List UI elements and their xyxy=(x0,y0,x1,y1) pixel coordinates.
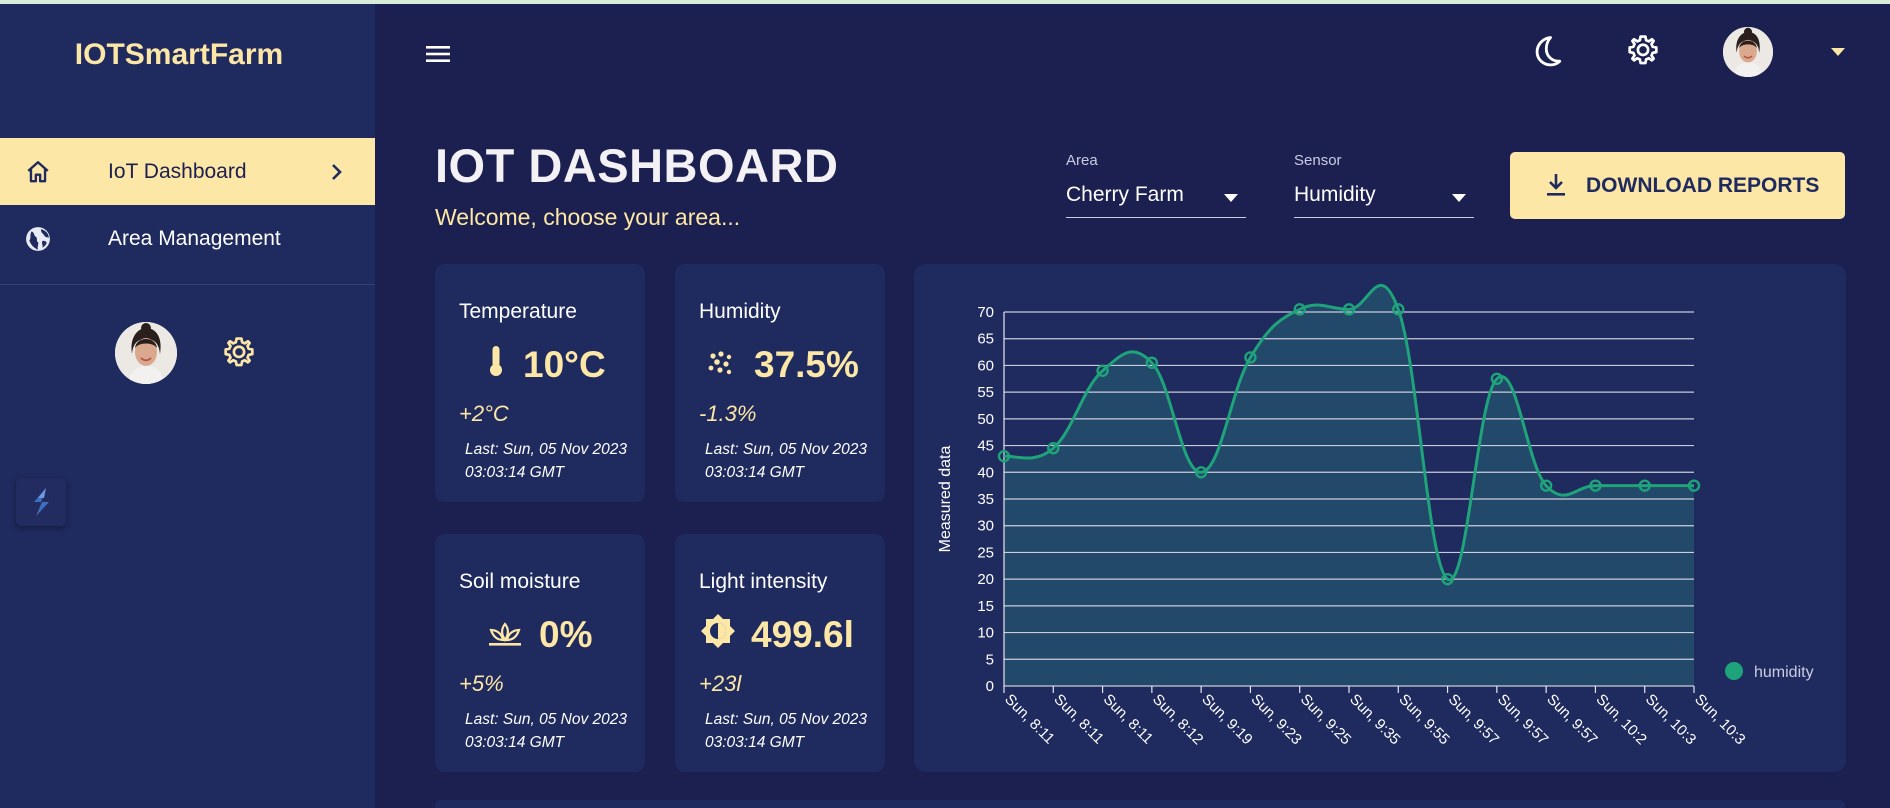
y-tick-label: 45 xyxy=(977,438,994,455)
download-reports-label: DOWNLOAD REPORTS xyxy=(1586,174,1820,197)
x-tick-label: Sun, 9:19 xyxy=(1198,691,1255,748)
legend-swatch xyxy=(1725,662,1743,680)
download-icon xyxy=(1547,174,1565,196)
download-reports-button[interactable]: DOWNLOAD REPORTS xyxy=(1510,152,1845,219)
floating-app-logo-button[interactable] xyxy=(16,478,66,526)
home-icon xyxy=(27,161,49,183)
y-tick-label: 25 xyxy=(977,544,994,561)
x-tick-label: Sun, 10:3 xyxy=(1691,691,1748,748)
legend-label: humidity xyxy=(1754,664,1814,681)
y-tick-label: 5 xyxy=(986,651,994,668)
area-select-value[interactable]: Cherry Farm xyxy=(1066,183,1184,207)
moon-icon[interactable] xyxy=(1530,34,1564,68)
x-tick-label: Sun, 10:3 xyxy=(1642,691,1699,748)
x-tick-label: Sun, 9:57 xyxy=(1543,691,1600,748)
card-title: Temperature xyxy=(459,300,577,323)
light-intensity-card: Light intensity 499.6l +23l Last: Sun, 0… xyxy=(675,534,885,772)
y-tick-label: 35 xyxy=(977,491,994,508)
x-tick-label: Sun, 9:57 xyxy=(1445,691,1502,748)
gear-icon[interactable] xyxy=(222,336,256,370)
x-tick-label: Sun, 9:57 xyxy=(1494,691,1551,748)
x-tick-label: Sun, 10:2 xyxy=(1593,691,1650,748)
humidity-chart-panel: 0 5 10 15 20 25 30 35 40 45 50 55 60 65 70 Sun, 8:11 Sun… xyxy=(914,264,1846,772)
card-title: Humidity xyxy=(699,300,781,323)
y-tick-label: 20 xyxy=(977,571,994,588)
area-select-underline xyxy=(1066,217,1246,218)
y-axis-label: Measured data xyxy=(937,446,954,553)
y-tick-label: 55 xyxy=(977,384,994,401)
sidebar-item-area-management[interactable]: Area Management xyxy=(0,205,375,272)
settings-gear-icon[interactable] xyxy=(1626,34,1660,68)
area-select-label: Area xyxy=(1066,152,1098,169)
x-tick-label: Sun, 9:25 xyxy=(1297,691,1354,748)
app-logo-icon xyxy=(34,488,49,516)
chevron-down-icon[interactable] xyxy=(1452,194,1466,202)
y-tick-label: 15 xyxy=(977,598,994,615)
brand-title[interactable]: IOTSmartFarm xyxy=(0,38,358,72)
x-tick-label: Sun, 8:12 xyxy=(1149,691,1206,748)
y-tick-label: 30 xyxy=(977,518,994,535)
humidity-card: Humidity 37.5% -1.3% Last: Sun, 05 Nov 2… xyxy=(675,264,885,502)
x-tick-label: Sun, 8:11 xyxy=(1050,691,1107,748)
next-section-edge xyxy=(435,800,1845,808)
x-tick-label: Sun, 9:55 xyxy=(1395,691,1452,748)
x-tick-label: Sun, 8:11 xyxy=(1001,691,1058,748)
area-select[interactable]: Area Cherry Farm xyxy=(1066,152,1246,218)
page-title: IOT DASHBOARD xyxy=(435,139,839,192)
card-change: -1.3% xyxy=(699,401,757,426)
card-last-updated: Last: Sun, 05 Nov 2023 03:03:14 GMT xyxy=(465,441,628,481)
sidebar: IOTSmartFarm IoT Dashboard Area Manageme… xyxy=(0,4,375,808)
hamburger-menu-icon[interactable] xyxy=(424,40,452,68)
sensor-select-value[interactable]: Humidity xyxy=(1294,183,1376,207)
sidebar-item-label: IoT Dashboard xyxy=(108,159,247,183)
temperature-card: Temperature 10°C +2°C Last: Sun, 05 Nov … xyxy=(435,264,645,502)
sidebar-item-iot-dashboard[interactable]: IoT Dashboard xyxy=(0,138,375,205)
card-change: +2°C xyxy=(459,401,509,426)
sensor-select-label: Sensor xyxy=(1294,152,1342,169)
globe-icon xyxy=(26,227,50,251)
sensor-select[interactable]: Sensor Humidity xyxy=(1294,152,1474,218)
chevron-right-icon xyxy=(332,164,342,180)
y-tick-label: 70 xyxy=(977,304,994,321)
card-value: 499.6l xyxy=(751,614,854,655)
humidity-dots-icon xyxy=(708,351,732,375)
brightness-icon xyxy=(701,614,735,648)
x-tick-label: Sun, 8:11 xyxy=(1100,691,1157,748)
sidebar-item-label: Area Management xyxy=(108,226,281,250)
card-title: Light intensity xyxy=(699,570,828,593)
avatar-image xyxy=(115,322,177,384)
card-last-updated: Last: Sun, 05 Nov 2023 03:03:14 GMT xyxy=(465,711,628,751)
humidity-chart: 0510152025303540455055606570Sun, 8:11Sun… xyxy=(937,283,1814,748)
y-tick-label: 50 xyxy=(977,411,994,428)
card-value: 37.5% xyxy=(754,344,859,385)
y-tick-label: 40 xyxy=(977,464,994,481)
sprout-icon xyxy=(489,622,521,646)
card-value: 10°C xyxy=(523,344,606,385)
chevron-down-icon[interactable] xyxy=(1224,194,1238,202)
avatar[interactable] xyxy=(115,322,177,384)
card-change: +5% xyxy=(459,671,504,696)
card-value: 0% xyxy=(539,614,593,655)
page-subtitle: Welcome, choose your area... xyxy=(435,204,741,230)
avatar-image xyxy=(1723,27,1773,77)
thermometer-icon xyxy=(490,346,502,376)
y-tick-label: 65 xyxy=(977,331,994,348)
y-tick-label: 0 xyxy=(986,678,994,695)
card-title: Soil moisture xyxy=(459,570,581,593)
y-tick-label: 60 xyxy=(977,357,994,374)
card-last-updated: Last: Sun, 05 Nov 2023 03:03:14 GMT xyxy=(705,711,868,751)
x-tick-label: Sun, 9:35 xyxy=(1346,691,1403,748)
card-change: +23l xyxy=(699,671,742,696)
user-avatar[interactable] xyxy=(1723,27,1773,77)
x-tick-label: Sun, 9:23 xyxy=(1248,691,1305,748)
user-menu-caret-icon[interactable] xyxy=(1828,46,1848,58)
sensor-select-underline xyxy=(1294,217,1474,218)
soil-moisture-card: Soil moisture 0% +5% Last: Sun, 05 Nov 2… xyxy=(435,534,645,772)
y-tick-label: 10 xyxy=(977,625,994,642)
sidebar-divider xyxy=(0,284,375,285)
card-last-updated: Last: Sun, 05 Nov 2023 03:03:14 GMT xyxy=(705,441,868,481)
